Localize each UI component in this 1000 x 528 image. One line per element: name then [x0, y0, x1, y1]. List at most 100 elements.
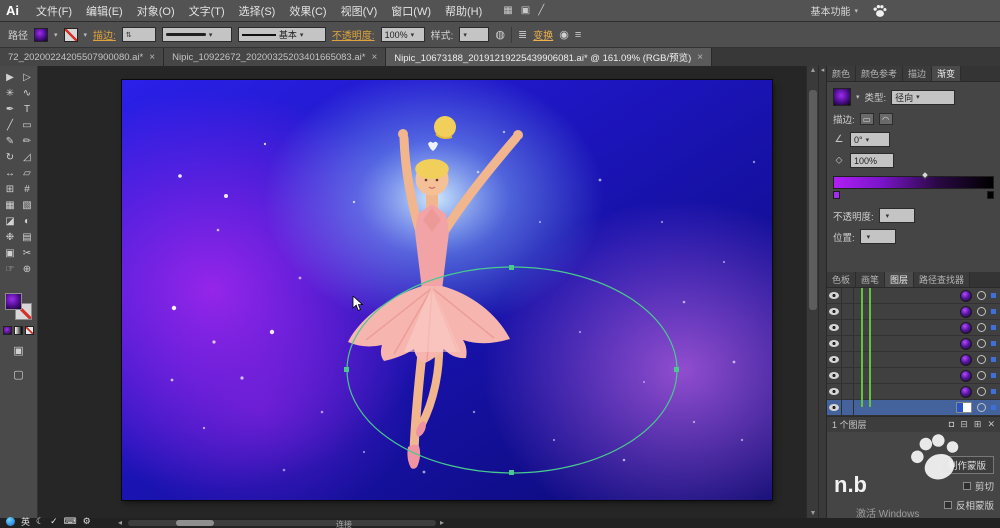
- arrange-documents-icon[interactable]: ▣: [521, 5, 530, 16]
- width-profile-select[interactable]: ▾: [161, 27, 232, 42]
- shape-builder-tool[interactable]: ⊞: [2, 181, 19, 197]
- slice-tool[interactable]: ✂: [19, 245, 36, 261]
- pen-tool[interactable]: ✒: [2, 101, 19, 117]
- gradient-button[interactable]: [14, 326, 23, 335]
- panel-tab[interactable]: 图层: [885, 272, 915, 287]
- menu-item[interactable]: 编辑(E): [79, 3, 130, 19]
- scroll-down-icon[interactable]: ▼: [807, 510, 819, 517]
- target-circle-icon[interactable]: [977, 403, 986, 412]
- fill-swatch[interactable]: [5, 293, 22, 310]
- moon-icon[interactable]: ☾: [36, 516, 44, 527]
- rotate-tool[interactable]: ↻: [2, 149, 19, 165]
- screen-mode-icon[interactable]: ▢: [13, 369, 23, 381]
- lock-cell[interactable]: [842, 368, 854, 383]
- isolate-icon[interactable]: ◉: [559, 28, 569, 41]
- menu-item[interactable]: 效果(C): [282, 3, 333, 19]
- visibility-cell[interactable]: [827, 336, 842, 351]
- selection-tool[interactable]: ▶: [2, 69, 19, 85]
- style-select[interactable]: ▾: [459, 27, 490, 42]
- mesh-tool[interactable]: ▦: [2, 197, 19, 213]
- delete-layer-icon[interactable]: ✕: [987, 419, 995, 430]
- line-segment-tool[interactable]: ╱: [2, 117, 19, 133]
- visibility-cell[interactable]: [827, 320, 842, 335]
- new-layer-icon[interactable]: ⊞: [974, 419, 982, 430]
- draw-mode-icon[interactable]: ▣: [13, 345, 23, 357]
- visibility-cell[interactable]: [827, 384, 842, 399]
- gradient-slider[interactable]: [833, 170, 994, 202]
- layer-row[interactable]: [827, 288, 1000, 304]
- line-tool-icon[interactable]: ╱: [538, 5, 544, 16]
- check-icon[interactable]: ✓: [50, 516, 58, 527]
- gradient-angle-field[interactable]: 0° ▾: [850, 132, 890, 147]
- gradient-swatch[interactable]: [833, 88, 851, 106]
- artboard-tool[interactable]: ▣: [2, 245, 19, 261]
- brush-select[interactable]: 基本 ▾: [237, 27, 326, 42]
- ime-language[interactable]: 英: [21, 515, 30, 528]
- workspace-switcher[interactable]: 基本功能 ▾: [810, 3, 858, 18]
- scroll-right-icon[interactable]: ▸: [440, 518, 444, 527]
- stroke-panel-link[interactable]: 描边:: [93, 27, 116, 42]
- align-icon[interactable]: ≣: [518, 28, 527, 41]
- make-mask-icon[interactable]: ◘: [949, 419, 954, 430]
- settings-gear-icon[interactable]: ⚙: [83, 516, 91, 527]
- vertical-scrollbar[interactable]: ▲ ▼: [806, 66, 818, 518]
- panel-tab[interactable]: 画笔: [856, 272, 886, 287]
- close-icon[interactable]: ×: [149, 52, 155, 63]
- free-transform-tool[interactable]: ▱: [19, 165, 36, 181]
- layer-row[interactable]: [827, 368, 1000, 384]
- layout-icon[interactable]: ▦: [503, 5, 512, 16]
- layer-row[interactable]: [827, 400, 1000, 416]
- scrollbar-thumb[interactable]: [176, 520, 214, 526]
- opacity-link[interactable]: 不透明度:: [332, 27, 375, 42]
- fill-color-swatch[interactable]: [34, 27, 48, 42]
- hand-tool[interactable]: ☞: [2, 261, 19, 277]
- paintbrush-tool[interactable]: ✎: [2, 133, 19, 149]
- panel-tab[interactable]: 颜色: [827, 66, 857, 81]
- panel-tab[interactable]: 描边: [903, 66, 933, 81]
- panel-tab[interactable]: 渐变: [932, 66, 962, 81]
- clip-checkbox[interactable]: [962, 482, 971, 490]
- gradient-stop-left[interactable]: [833, 191, 840, 199]
- target-circle-icon[interactable]: [977, 355, 986, 364]
- panel-tab[interactable]: 色板: [827, 272, 857, 287]
- lock-cell[interactable]: [842, 288, 854, 303]
- panel-options-icon[interactable]: ≡: [575, 29, 581, 41]
- transform-link[interactable]: 变换: [533, 27, 553, 42]
- stroke-color-swatch[interactable]: [63, 27, 78, 42]
- lock-cell[interactable]: [842, 400, 854, 415]
- scroll-up-icon[interactable]: ▲: [807, 67, 819, 74]
- blend-tool[interactable]: ◐: [19, 213, 36, 229]
- panel-tab[interactable]: 路径查找器: [914, 272, 971, 287]
- menu-item[interactable]: 文件(F): [29, 3, 79, 19]
- document-tab[interactable]: Nipic_10673188_20191219225439906081.ai* …: [386, 48, 713, 66]
- gradient-stop-right[interactable]: [987, 191, 994, 199]
- visibility-cell[interactable]: [827, 352, 842, 367]
- close-icon[interactable]: ×: [697, 52, 703, 63]
- lock-cell[interactable]: [842, 304, 854, 319]
- stroke-weight-field[interactable]: ⇅: [121, 27, 156, 42]
- visibility-cell[interactable]: [827, 368, 842, 383]
- make-mask-button[interactable]: 制作蒙版: [939, 456, 994, 474]
- target-circle-icon[interactable]: [977, 387, 986, 396]
- chevron-down-icon[interactable]: ▾: [84, 31, 88, 39]
- width-tool[interactable]: ↔: [2, 165, 19, 181]
- panel-tab[interactable]: 颜色参考: [856, 66, 904, 81]
- visibility-cell[interactable]: [827, 304, 842, 319]
- artboard[interactable]: [122, 80, 772, 500]
- layer-row[interactable]: [827, 352, 1000, 368]
- target-circle-icon[interactable]: [977, 323, 986, 332]
- scroll-left-icon[interactable]: ◂: [118, 518, 122, 527]
- menu-item[interactable]: 帮助(H): [438, 3, 489, 19]
- type-tool[interactable]: T: [19, 101, 36, 117]
- visibility-cell[interactable]: [827, 288, 842, 303]
- close-icon[interactable]: ×: [371, 52, 377, 63]
- none-button[interactable]: [25, 326, 34, 335]
- horizontal-scrollbar[interactable]: [128, 520, 436, 526]
- layer-row[interactable]: [827, 384, 1000, 400]
- layer-row[interactable]: [827, 336, 1000, 352]
- gradient-opacity-field[interactable]: ▾: [878, 208, 915, 223]
- gradient-type-select[interactable]: 径向 ▾: [891, 89, 956, 105]
- menu-item[interactable]: 选择(S): [232, 3, 283, 19]
- spinner-icon[interactable]: ⇅: [126, 31, 132, 39]
- menu-item[interactable]: 窗口(W): [384, 3, 438, 19]
